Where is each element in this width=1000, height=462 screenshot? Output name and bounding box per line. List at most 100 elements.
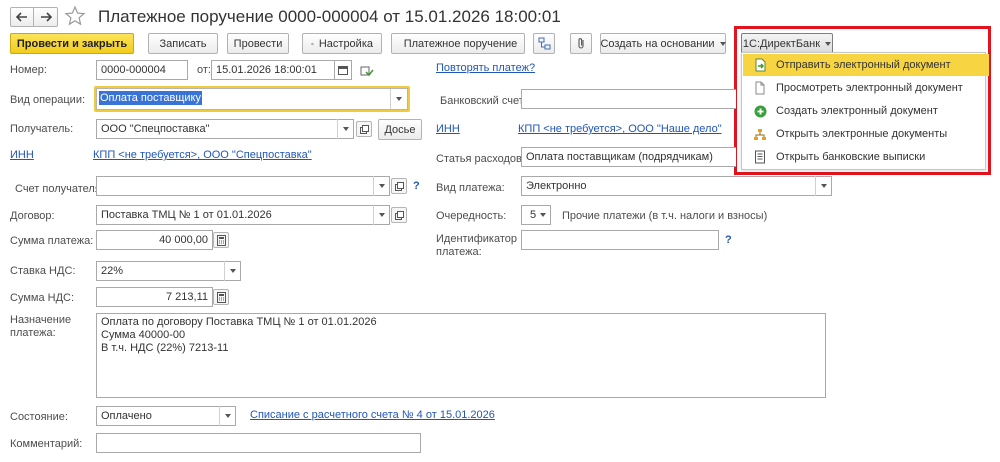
priority-label: Очередность: [436,210,507,222]
recipient-label: Получатель: [10,123,74,135]
repeat-payment-link[interactable]: Повторять платеж? [436,62,535,75]
send-document-icon [753,58,767,72]
recipient-dropdown-button[interactable] [337,119,354,139]
chevron-down-icon [230,269,236,273]
recipient-input[interactable]: ООО "Спецпоставка" [96,119,354,139]
structure-button[interactable] [533,33,555,54]
status-select[interactable]: Оплачено [96,406,236,426]
payment-order-label: Платежное поручение [403,37,518,50]
recipient-kpp-link[interactable]: КПП <не требуется>, ООО "Спецпоставка" [93,149,312,162]
plus-circle-icon [753,104,767,118]
recipient-account-help-icon[interactable]: ? [413,180,420,192]
expense-item-input[interactable]: Оплата поставщикам (подрядчикам) [521,147,736,167]
priority-hint: Прочие платежи (в т.ч. налоги и взносы) [562,210,768,222]
payment-id-input[interactable] [521,230,719,250]
status-dropdown-button[interactable] [219,406,236,426]
contract-dropdown-button[interactable] [373,205,390,225]
operation-dropdown-button[interactable] [390,89,407,109]
vat-calculator-button[interactable] [213,289,229,305]
paperclip-icon [578,38,584,49]
directbank-label: 1С:ДиректБанк [742,37,821,50]
documents-tree-icon [753,127,767,141]
contract-label: Договор: [10,210,55,222]
operation-selected-text: Оплата поставщику [99,91,202,105]
arrow-left-icon [16,12,27,22]
attach-file-button[interactable] [570,33,592,54]
menu-item-send-document[interactable]: Отправить электронный документ [743,54,989,76]
create-based-on-label: Создать на основании [600,37,715,50]
payer-inn-link[interactable]: ИНН [436,123,460,136]
vat-rate-select[interactable]: 22% [96,261,241,281]
bank-account-input[interactable] [521,89,736,109]
payment-id-label: Идентификатор платежа: [436,233,517,258]
menu-item-label: Создать электронный документ [776,105,938,117]
recipient-account-dropdown-button[interactable] [373,176,390,196]
chevron-down-icon [719,41,726,46]
contract-input[interactable]: Поставка ТМЦ № 1 от 01.01.2026 [96,205,390,225]
document-icon [753,81,767,95]
expense-item-label: Статья расходов: [436,153,525,165]
menu-item-open-statements[interactable]: Открыть банковские выписки [743,146,989,168]
vat-rate-dropdown-button[interactable] [224,261,241,281]
post-and-close-button[interactable]: Провести и закрыть [10,33,134,54]
menu-item-label: Отправить электронный документ [776,59,951,71]
create-based-on-button[interactable]: Создать на основании [600,33,726,54]
date-input[interactable]: 15.01.2026 18:00:01 [211,60,335,80]
operation-select[interactable]: Оплата поставщику [96,88,408,110]
status-label: Состояние: [10,411,68,423]
settings-button[interactable]: Настройка [302,33,382,54]
favorite-star-icon[interactable] [64,5,86,27]
comment-input[interactable] [96,433,421,453]
arrow-right-icon [40,12,52,22]
dossier-button[interactable]: Досье [378,119,422,140]
payment-type-select[interactable]: Электронно [521,176,832,196]
number-input[interactable]: 0000-000004 [96,60,188,80]
menu-item-view-document[interactable]: Просмотреть электронный документ [743,77,989,99]
payment-id-help-icon[interactable]: ? [725,234,732,246]
structure-icon [538,37,550,50]
directbank-menu: Отправить электронный документ Просмотре… [741,52,989,170]
purpose-label: Назначение платежа: [10,314,72,339]
chevron-down-icon [396,97,402,101]
chevron-down-icon [539,213,546,217]
amount-calculator-button[interactable] [213,232,229,248]
amount-label: Сумма платежа: [10,235,94,247]
menu-item-label: Открыть банковские выписки [776,151,926,163]
menu-item-open-documents[interactable]: Открыть электронные документы [743,123,989,145]
document-number-icon[interactable] [360,64,374,78]
calendar-button[interactable] [335,60,352,80]
page-title: Платежное поручение 0000-000004 от 15.01… [98,7,561,26]
forward-button[interactable] [34,7,58,27]
payment-order-print-button[interactable]: Платежное поручение [391,33,525,54]
recipient-open-button[interactable] [356,121,372,137]
menu-item-label: Открыть электронные документы [776,128,948,140]
vat-amount-label: Сумма НДС: [10,292,75,304]
writeoff-link[interactable]: Списание с расчетного счета № 4 от 15.01… [250,409,495,422]
menu-item-create-document[interactable]: Создать электронный документ [743,100,989,122]
back-button[interactable] [10,7,34,27]
amount-input[interactable]: 40 000,00 [96,230,213,250]
save-button[interactable]: Записать [148,33,218,54]
statement-icon [753,150,767,164]
payment-type-dropdown-button[interactable] [815,176,832,196]
open-window-icon [394,181,404,191]
post-button[interactable]: Провести [227,33,289,54]
vat-amount-input[interactable]: 7 213,11 [96,287,213,307]
purpose-textarea[interactable]: Оплата по договору Поставка ТМЦ № 1 от 0… [96,313,826,398]
directbank-button[interactable]: 1С:ДиректБанк [741,33,833,54]
payer-kpp-link[interactable]: КПП <не требуется>, ООО "Наше дело" [518,123,722,136]
priority-dropdown-button[interactable] [534,205,551,225]
recipient-account-label: Счет получателя: [15,183,104,195]
chevron-down-icon [225,414,231,418]
recipient-account-open-button[interactable] [391,178,407,194]
settings-label: Настройка [318,37,373,50]
calculator-icon [216,291,226,303]
chevron-down-icon [343,127,349,131]
menu-item-label: Просмотреть электронный документ [776,82,963,94]
contract-open-button[interactable] [391,207,407,223]
operation-label: Вид операции: [10,94,86,106]
recipient-account-input[interactable] [96,176,390,196]
recipient-inn-link[interactable]: ИНН [10,149,34,162]
calculator-icon [216,234,226,246]
open-window-icon [394,210,404,220]
